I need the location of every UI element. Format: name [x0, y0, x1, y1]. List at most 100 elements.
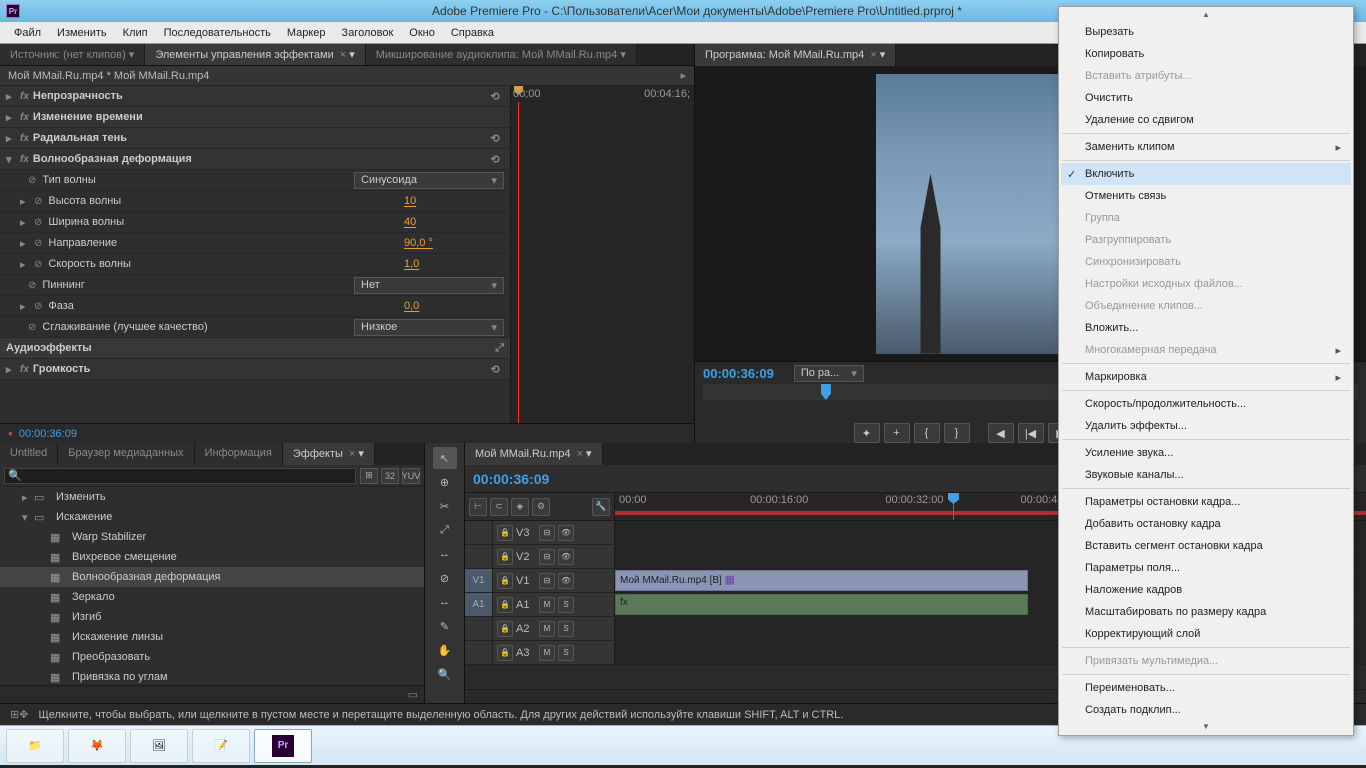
tab-media-browser[interactable]: Браузер медиаданных [58, 443, 194, 465]
tree-item[interactable]: ▦Волнообразная деформация [0, 567, 424, 587]
menu-help[interactable]: Справка [443, 24, 502, 42]
selection-tool[interactable]: ↖ [433, 447, 457, 469]
ripple-tool[interactable]: ✂ [433, 495, 457, 517]
context-menu-item[interactable]: Создать подклип... [1061, 699, 1351, 721]
track-patch[interactable]: A1 [465, 593, 493, 616]
tree-item[interactable]: ▦Вихревое смещение [0, 547, 424, 567]
context-menu-item[interactable]: Вырезать [1061, 21, 1351, 43]
program-btn-1[interactable]: + [884, 423, 910, 443]
timeline-clip[interactable]: Мой MMail.Ru.mp4 [В] ▦ [615, 570, 1028, 591]
toggle2-icon[interactable]: 👁 [558, 573, 574, 589]
tab-project[interactable]: Untitled [0, 443, 58, 465]
effect-timeline[interactable]: 00;0000:04:16; [510, 86, 694, 423]
track-header[interactable]: 🔒V3⊟👁 [493, 521, 615, 544]
lock-icon[interactable]: 🔒 [497, 525, 513, 541]
lock-icon[interactable]: 🔒 [497, 597, 513, 613]
tab-effect-controls[interactable]: Элементы управления эффектами× ▾ [145, 44, 365, 65]
context-menu-item[interactable]: Добавить остановку кадра [1061, 513, 1351, 535]
context-menu-item[interactable]: Отменить связь [1061, 185, 1351, 207]
mark-out-button[interactable]: } [944, 423, 970, 443]
lock-icon[interactable]: 🔒 [497, 645, 513, 661]
tab-sequence[interactable]: Мой MMail.Ru.mp4× ▾ [465, 443, 603, 465]
tree-item[interactable]: ▾▭Искажение [0, 507, 424, 527]
context-menu-item[interactable]: Переименовать... [1061, 677, 1351, 699]
wave-height-value[interactable]: 10 [404, 195, 504, 207]
wave-width-value[interactable]: 40 [404, 216, 504, 228]
toggle-icon[interactable]: ⊟ [539, 573, 555, 589]
context-menu-item[interactable]: Масштабировать по размеру кадра [1061, 601, 1351, 623]
context-menu-item[interactable]: Звуковые каналы... [1061, 464, 1351, 486]
timeline-clip[interactable]: fx [615, 594, 1028, 615]
menu-title[interactable]: Заголовок [334, 24, 402, 42]
lock-icon[interactable]: 🔒 [497, 549, 513, 565]
mark-in-button[interactable]: { [914, 423, 940, 443]
tab-audio-mixer[interactable]: Микширование аудиоклипа: Мой MMail.Ru.mp… [366, 44, 637, 65]
rolling-tool[interactable]: ⤢ [433, 519, 457, 541]
wave-direction-value[interactable]: 90,0 ° [404, 237, 504, 249]
effects-search-input[interactable] [4, 468, 356, 484]
lock-icon[interactable]: 🔒 [497, 573, 513, 589]
context-menu-item[interactable]: Удалить эффекты... [1061, 415, 1351, 437]
track-header[interactable]: 🔒V1⊟👁 [493, 569, 615, 592]
toggle-icon[interactable]: M [539, 621, 555, 637]
track-header[interactable]: 🔒A1MS [493, 593, 615, 616]
goto-in-button[interactable]: ◀ [988, 423, 1014, 443]
context-menu-item[interactable]: Скорость/продолжительность... [1061, 393, 1351, 415]
zoom-tool[interactable]: 🔍 [433, 663, 457, 685]
tree-item[interactable]: ▦Warp Stabilizer [0, 527, 424, 547]
step-back-button[interactable]: |◀ [1018, 423, 1044, 443]
marker-button[interactable]: ◈ [511, 498, 529, 516]
rate-stretch-tool[interactable]: ↔ [433, 543, 457, 565]
taskbar-app2[interactable]: 🖼 [130, 729, 188, 763]
menu-window[interactable]: Окно [401, 24, 443, 42]
track-patch[interactable] [465, 545, 493, 568]
razor-tool[interactable]: ⊘ [433, 567, 457, 589]
antialias-dropdown[interactable]: Низкое [354, 319, 504, 336]
track-patch[interactable] [465, 521, 493, 544]
tree-item[interactable]: ▦Преобразовать [0, 647, 424, 667]
toggle2-icon[interactable]: S [558, 645, 574, 661]
fx-badge-yuv-icon[interactable]: YUV [402, 468, 420, 484]
context-menu-item[interactable]: Вложить... [1061, 317, 1351, 339]
tab-source[interactable]: Источник: (нет клипов) ▾ [0, 44, 145, 65]
tree-item[interactable]: ▦Зеркало [0, 587, 424, 607]
fx-badge-32-icon[interactable]: 32 [381, 468, 399, 484]
context-menu-item[interactable]: Удаление со сдвигом [1061, 109, 1351, 131]
wrench-icon[interactable]: 🔧 [592, 498, 610, 516]
menu-clip[interactable]: Клип [115, 24, 156, 42]
effects-tree[interactable]: ▸▭Изменить▾▭Искажение▦Warp Stabilizer▦Ви… [0, 487, 424, 685]
context-menu-item[interactable]: Заменить клипом [1061, 136, 1351, 158]
toggle2-icon[interactable]: S [558, 621, 574, 637]
tree-item[interactable]: ▦Искажение линзы [0, 627, 424, 647]
taskbar-wordpad[interactable]: 📝 [192, 729, 250, 763]
program-timecode[interactable]: 00:00:36:09 [703, 366, 774, 381]
tree-item[interactable]: ▦Изгиб [0, 607, 424, 627]
menu-marker[interactable]: Маркер [279, 24, 334, 42]
menu-file[interactable]: Файл [6, 24, 49, 42]
track-patch[interactable] [465, 641, 493, 664]
toggle2-icon[interactable]: 👁 [558, 525, 574, 541]
menu-scroll-down[interactable]: ▼ [1061, 721, 1351, 733]
menu-edit[interactable]: Изменить [49, 24, 115, 42]
wave-type-dropdown[interactable]: Синусоида [354, 172, 504, 189]
fx-badge-accel-icon[interactable]: ⊞ [360, 468, 378, 484]
tab-program[interactable]: Программа: Мой MMail.Ru.mp4× ▾ [695, 44, 896, 66]
effect-parameters[interactable]: ▸fxНепрозрачность⟲ ▸fxИзменение времени … [0, 86, 510, 423]
track-patch[interactable] [465, 617, 493, 640]
add-marker-button[interactable]: ✦ [854, 423, 880, 443]
context-menu-item[interactable]: Наложение кадров [1061, 579, 1351, 601]
menu-scroll-up[interactable]: ▲ [1061, 9, 1351, 21]
snap-button[interactable]: ⊢ [469, 498, 487, 516]
context-menu-item[interactable]: Очистить [1061, 87, 1351, 109]
linked-selection-button[interactable]: ⊂ [490, 498, 508, 516]
lock-icon[interactable]: 🔒 [497, 621, 513, 637]
toggle2-icon[interactable]: S [558, 597, 574, 613]
track-header[interactable]: 🔒A3MS [493, 641, 615, 664]
context-menu-item[interactable]: Корректирующий слой [1061, 623, 1351, 645]
settings-button[interactable]: ⚙ [532, 498, 550, 516]
new-bin-icon[interactable]: ▭ [408, 688, 418, 701]
context-menu-item[interactable]: Параметры поля... [1061, 557, 1351, 579]
pinning-dropdown[interactable]: Нет [354, 277, 504, 294]
timeline-timecode[interactable]: 00:00:36:09 [473, 471, 549, 487]
toggle-icon[interactable]: ⊟ [539, 525, 555, 541]
